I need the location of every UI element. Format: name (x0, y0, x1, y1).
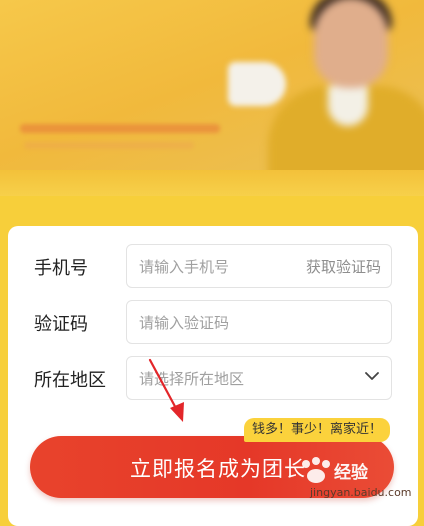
megaphone-icon (228, 62, 286, 106)
paw-logo-icon (302, 457, 330, 483)
region-placeholder: 请选择所在地区 (139, 370, 245, 388)
watermark-url: jingyan.baidu.com (310, 486, 412, 499)
hero-blurred-subline (20, 124, 220, 133)
hero-person-image (262, 0, 424, 196)
region-row: 所在地区 请选择所在地区 (8, 356, 418, 400)
hero-banner: ​ ​ (0, 0, 424, 196)
hero-blurred-subline-2 (24, 142, 194, 149)
code-input[interactable]: 请输入验证码 (126, 300, 392, 344)
watermark: 经验 jingyan.baidu.com (296, 452, 420, 504)
get-code-button[interactable]: 获取验证码 (306, 256, 381, 277)
code-label: 验证码 (34, 314, 88, 335)
chevron-down-icon (365, 372, 379, 380)
phone-input[interactable]: 请输入手机号 获取验证码 (126, 244, 392, 288)
region-label: 所在地区 (34, 370, 106, 391)
watermark-brand: 经验 (334, 463, 368, 483)
promo-badge: 钱多！事少！离家近！ (244, 418, 391, 442)
code-row: 验证码 请输入验证码 (8, 300, 418, 344)
phone-label: 手机号 (34, 258, 88, 279)
cta-label: 立即报名成为团长 (130, 457, 306, 481)
phone-placeholder: 请输入手机号 (139, 258, 230, 276)
code-placeholder: 请输入验证码 (139, 314, 230, 332)
hero-bottom-band (0, 170, 424, 196)
phone-row: 手机号 请输入手机号 获取验证码 (8, 244, 418, 288)
region-select[interactable]: 请选择所在地区 (126, 356, 392, 400)
